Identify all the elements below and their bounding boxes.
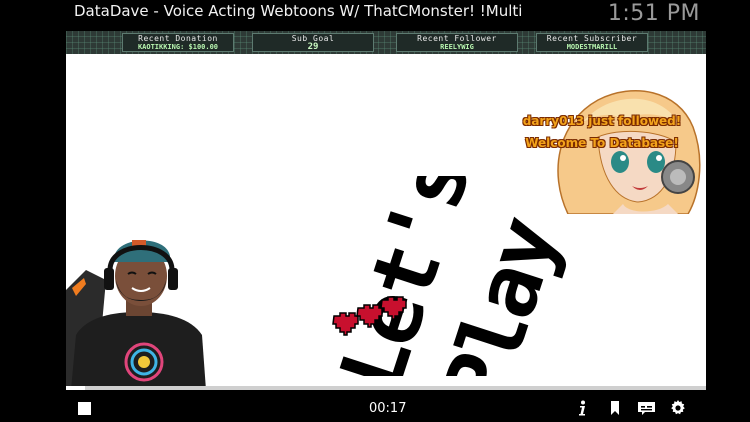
recent-donation-value: KAOTIKKING: $100.00 <box>137 43 219 51</box>
clock: 1:51 PM <box>607 1 700 26</box>
recent-follower-label: Recent Follower <box>417 34 497 43</box>
recent-subscriber-label: Recent Subscriber <box>546 34 638 43</box>
bookmark-icon[interactable] <box>610 401 620 415</box>
recent-donation-label: Recent Donation <box>138 34 218 43</box>
video-player[interactable]: Let's Play darry013 just followed! Welco… <box>66 54 706 390</box>
sub-goal-value: 29 <box>307 42 319 52</box>
sub-goal-box: Sub Goal 29 <box>252 33 374 52</box>
stream-overlay-panel: Recent Donation KAOTIKKING: $100.00 Sub … <box>66 31 706 54</box>
info-icon[interactable] <box>576 400 588 416</box>
recent-follower-box: Recent Follower REELYWIG <box>396 33 518 52</box>
top-bar: DataDave - Voice Acting Webtoons W/ That… <box>0 0 750 30</box>
seek-bar[interactable] <box>66 386 706 390</box>
alert-welcome-text: Welcome To Database! <box>525 136 679 150</box>
seek-bar-progress <box>66 386 86 390</box>
recent-donation-box: Recent Donation KAOTIKKING: $100.00 <box>122 33 234 52</box>
stop-icon[interactable] <box>78 402 91 415</box>
elapsed-time: 00:17 <box>369 401 407 416</box>
player-controls: 00:17 <box>0 394 750 422</box>
stream-title: DataDave - Voice Acting Webtoons W/ That… <box>74 2 523 20</box>
recent-subscriber-box: Recent Subscriber MODESTMARILL <box>536 33 648 52</box>
recent-subscriber-value: MODESTMARILL <box>566 43 618 51</box>
alert-follow-text: darry013 just followed! <box>522 114 682 128</box>
gear-icon[interactable] <box>670 400 686 416</box>
subtitles-icon[interactable] <box>638 402 655 415</box>
webcam-feed <box>66 230 208 390</box>
recent-follower-value: REELYWIG <box>440 43 474 51</box>
